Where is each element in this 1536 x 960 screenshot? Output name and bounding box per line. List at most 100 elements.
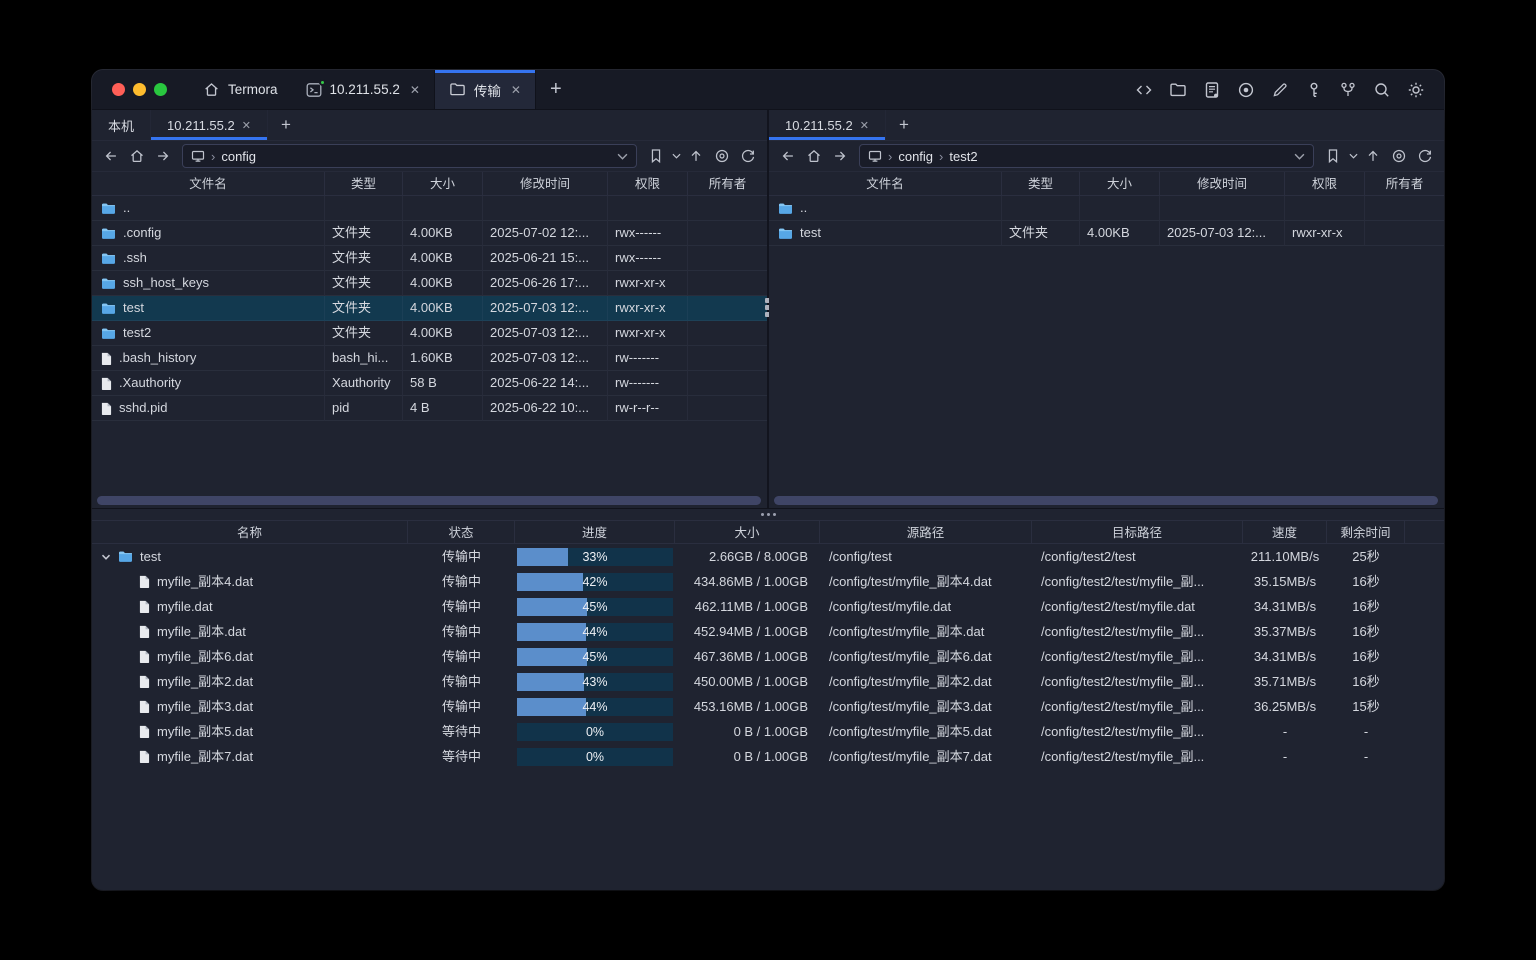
column-header[interactable]: 源路径 — [820, 520, 1032, 544]
column-header[interactable]: 名称 — [92, 520, 408, 544]
tab-transfer-close-icon[interactable]: ✕ — [511, 83, 521, 97]
table-row[interactable]: test 文件夹4.00KB2025-07-03 12:...rwxr-xr-x — [769, 221, 1444, 246]
right-table-header: 文件名 类型 大小 修改时间 权限 所有者 — [769, 172, 1444, 196]
tab-remote[interactable]: 10.211.55.2 ✕ — [151, 110, 268, 140]
branch-icon[interactable] — [1334, 76, 1362, 104]
table-row[interactable]: .Xauthority Xauthority58 B2025-06-22 14:… — [92, 371, 767, 396]
column-header[interactable]: 状态 — [408, 520, 515, 544]
bookmark-icon[interactable] — [1320, 144, 1346, 168]
back-icon[interactable] — [775, 144, 801, 168]
bookmark-icon[interactable] — [643, 144, 669, 168]
search-icon[interactable] — [1368, 76, 1396, 104]
tab-transfer[interactable]: 传输 ✕ — [434, 70, 536, 109]
column-header[interactable]: 类型 — [325, 172, 403, 196]
table-row-selected[interactable]: test 文件夹4.00KB2025-07-03 12:...rwxr-xr-x — [92, 296, 767, 321]
tab-remote[interactable]: 10.211.55.2 ✕ — [769, 110, 886, 140]
up-directory-icon[interactable] — [1360, 144, 1386, 168]
chevron-down-icon[interactable] — [617, 153, 628, 160]
folder-icon — [101, 202, 116, 215]
column-header[interactable]: 大小 — [403, 172, 483, 196]
home-icon[interactable] — [124, 144, 150, 168]
table-row[interactable]: sshd.pid pid4 B2025-06-22 10:...rw-r--r-… — [92, 396, 767, 421]
up-directory-icon[interactable] — [683, 144, 709, 168]
column-header[interactable]: 大小 — [1080, 172, 1160, 196]
show-hidden-icon[interactable] — [1386, 144, 1412, 168]
transfer-row[interactable]: myfile_副本3.dat 传输中 44% 453.16MB / 1.00GB… — [92, 694, 1444, 719]
breadcrumb-segment[interactable]: test2 — [949, 149, 977, 164]
column-header[interactable]: 进度 — [515, 520, 675, 544]
forward-icon[interactable] — [827, 144, 853, 168]
horizontal-splitter[interactable] — [92, 508, 1444, 520]
key-icon[interactable] — [1300, 76, 1328, 104]
table-row[interactable]: .config 文件夹4.00KB2025-07-02 12:...rwx---… — [92, 221, 767, 246]
maximize-window-button[interactable] — [154, 83, 167, 96]
close-window-button[interactable] — [112, 83, 125, 96]
transfer-row[interactable]: test 传输中 33% 2.66GB / 8.00GB /config/tes… — [92, 544, 1444, 569]
horizontal-scrollbar[interactable] — [97, 496, 761, 505]
expand-chevron-icon[interactable] — [101, 552, 111, 562]
progress-bar: 33% — [517, 548, 673, 566]
column-header[interactable]: 所有者 — [688, 172, 767, 196]
back-icon[interactable] — [98, 144, 124, 168]
new-panel-tab-button[interactable]: + — [886, 110, 922, 140]
column-header[interactable]: 类型 — [1002, 172, 1080, 196]
transfer-row[interactable]: myfile.dat 传输中 45% 462.11MB / 1.00GB /co… — [92, 594, 1444, 619]
column-header[interactable]: 权限 — [608, 172, 688, 196]
forward-icon[interactable] — [150, 144, 176, 168]
tab-local-label: 本机 — [108, 116, 134, 135]
column-header[interactable]: 目标路径 — [1032, 520, 1243, 544]
column-header[interactable]: 文件名 — [92, 172, 325, 196]
folder-icon — [101, 302, 116, 315]
refresh-icon[interactable] — [1412, 144, 1438, 168]
right-path-breadcrumb[interactable]: › config › test2 — [859, 144, 1314, 168]
file-name: test — [123, 296, 144, 320]
home-icon[interactable] — [801, 144, 827, 168]
bookmark-dropdown-icon[interactable] — [669, 144, 683, 168]
minimize-window-button[interactable] — [133, 83, 146, 96]
tab-ssh-session[interactable]: 10.211.55.2 ✕ — [292, 70, 434, 109]
horizontal-scrollbar[interactable] — [774, 496, 1438, 505]
refresh-icon[interactable] — [735, 144, 761, 168]
left-path-breadcrumb[interactable]: › config — [182, 144, 637, 168]
table-row[interactable]: ssh_host_keys 文件夹4.00KB2025-06-26 17:...… — [92, 271, 767, 296]
folder-icon — [449, 81, 466, 98]
show-hidden-icon[interactable] — [709, 144, 735, 168]
file-name: .. — [123, 196, 130, 220]
code-icon[interactable] — [1130, 76, 1158, 104]
column-header[interactable]: 修改时间 — [483, 172, 608, 196]
transfer-row[interactable]: myfile_副本.dat 传输中 44% 452.94MB / 1.00GB … — [92, 619, 1444, 644]
tab-ssh-close-icon[interactable]: ✕ — [410, 83, 420, 97]
table-row[interactable]: .ssh 文件夹4.00KB2025-06-21 15:...rwx------ — [92, 246, 767, 271]
table-row[interactable]: .. — [92, 196, 767, 221]
record-icon[interactable] — [1232, 76, 1260, 104]
tab-home[interactable]: Termora — [189, 70, 292, 109]
settings-icon[interactable] — [1402, 76, 1430, 104]
log-icon[interactable] — [1198, 76, 1226, 104]
table-row[interactable]: .. — [769, 196, 1444, 221]
table-row[interactable]: test2 文件夹4.00KB2025-07-03 12:...rwxr-xr-… — [92, 321, 767, 346]
transfer-row[interactable]: myfile_副本7.dat 等待中 0% 0 B / 1.00GB /conf… — [92, 744, 1444, 769]
transfer-row[interactable]: myfile_副本6.dat 传输中 45% 467.36MB / 1.00GB… — [92, 644, 1444, 669]
column-header[interactable]: 剩余时间 — [1327, 520, 1405, 544]
new-tab-button[interactable]: + — [536, 70, 576, 109]
transfer-row[interactable]: myfile_副本5.dat 等待中 0% 0 B / 1.00GB /conf… — [92, 719, 1444, 744]
column-header[interactable]: 所有者 — [1365, 172, 1444, 196]
breadcrumb-segment[interactable]: config — [898, 149, 933, 164]
table-row[interactable]: .bash_history bash_hi...1.60KB2025-07-03… — [92, 346, 767, 371]
chevron-down-icon[interactable] — [1294, 153, 1305, 160]
folder-icon[interactable] — [1164, 76, 1192, 104]
tab-local[interactable]: 本机 — [92, 110, 151, 140]
column-header[interactable]: 修改时间 — [1160, 172, 1285, 196]
column-header[interactable]: 大小 — [675, 520, 820, 544]
tab-close-icon[interactable]: ✕ — [860, 119, 869, 132]
breadcrumb-segment[interactable]: config — [221, 149, 256, 164]
edit-icon[interactable] — [1266, 76, 1294, 104]
new-panel-tab-button[interactable]: + — [268, 110, 304, 140]
column-header[interactable]: 速度 — [1243, 520, 1327, 544]
column-header[interactable]: 文件名 — [769, 172, 1002, 196]
bookmark-dropdown-icon[interactable] — [1346, 144, 1360, 168]
column-header[interactable]: 权限 — [1285, 172, 1365, 196]
transfer-row[interactable]: myfile_副本2.dat 传输中 43% 450.00MB / 1.00GB… — [92, 669, 1444, 694]
transfer-row[interactable]: myfile_副本4.dat 传输中 42% 434.86MB / 1.00GB… — [92, 569, 1444, 594]
tab-close-icon[interactable]: ✕ — [242, 119, 251, 132]
